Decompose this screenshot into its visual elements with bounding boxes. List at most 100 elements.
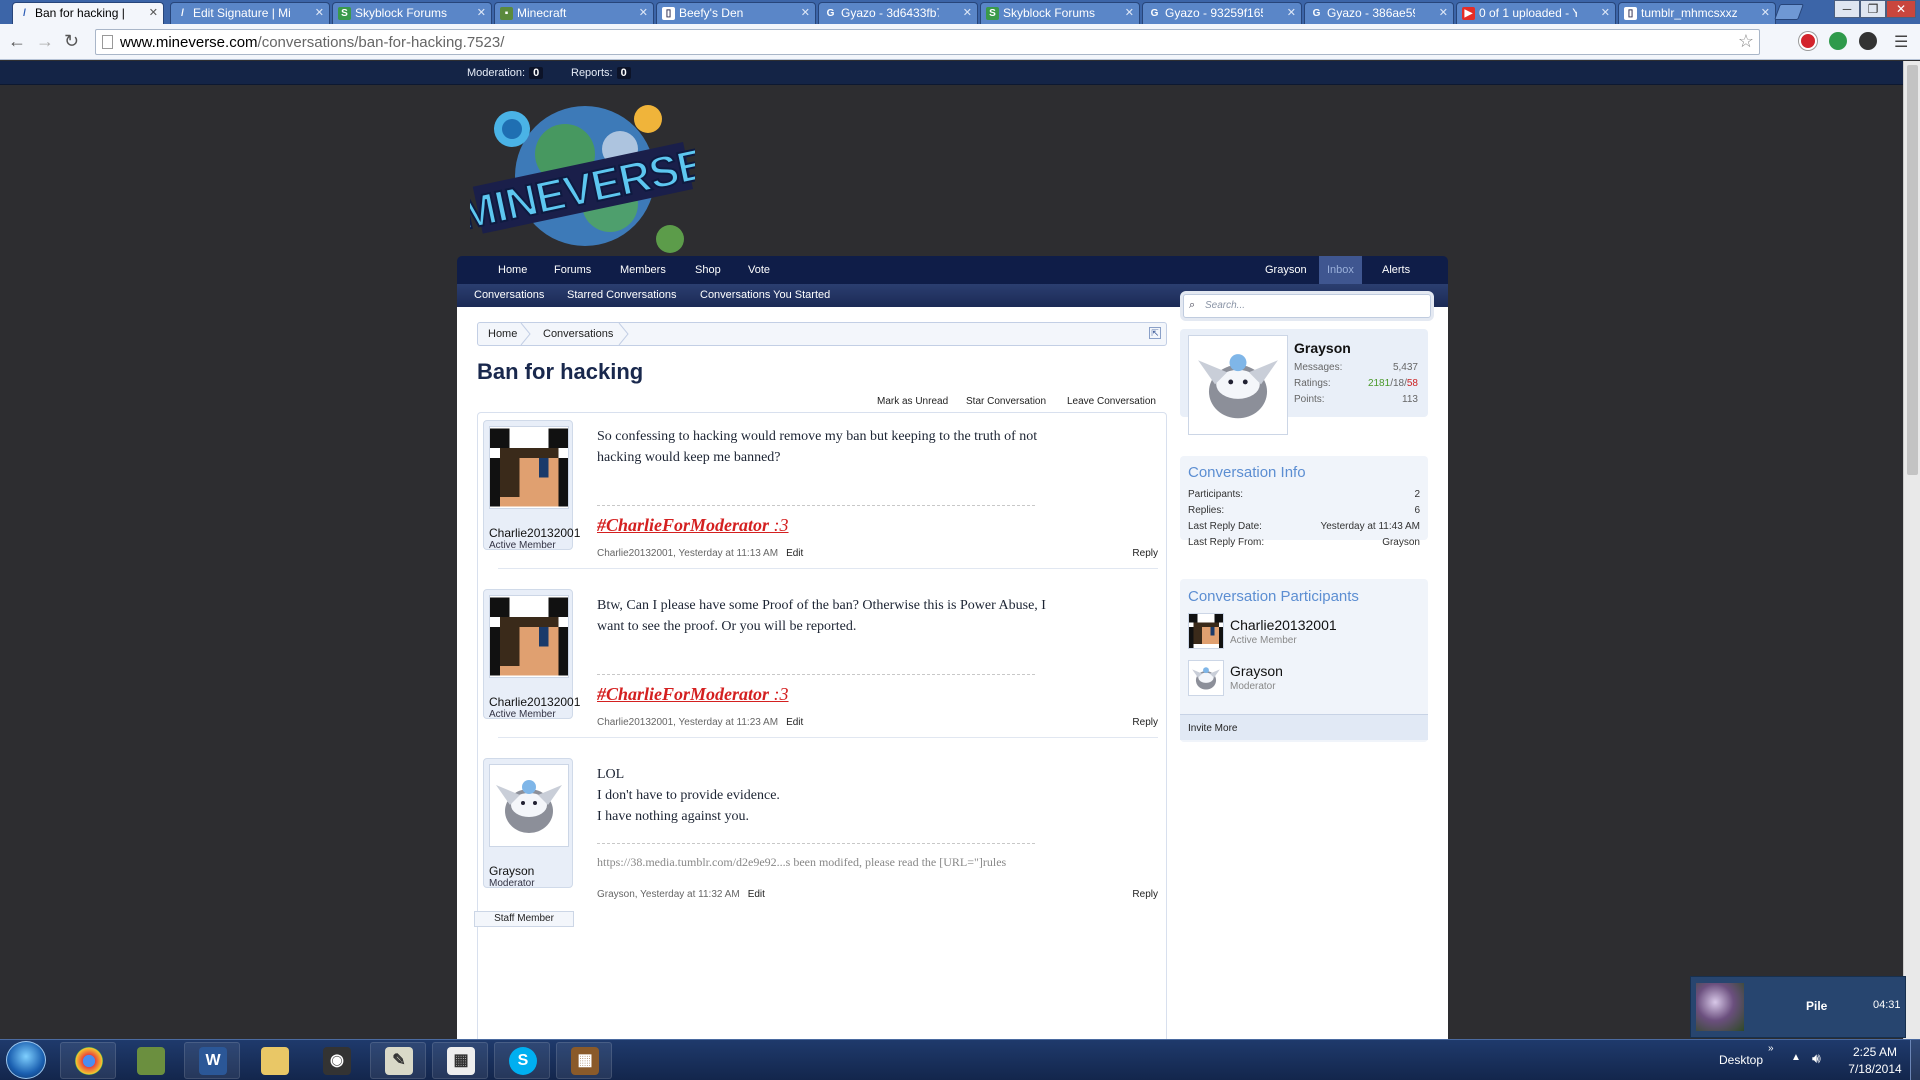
browser-tab[interactable]: G Gyazo - 386ae592ef ✕ bbox=[1304, 2, 1454, 24]
adblock-icon[interactable] bbox=[1799, 32, 1817, 50]
subnav-starred-conversations[interactable]: Starred Conversations bbox=[567, 289, 676, 301]
breadcrumb-home[interactable]: Home bbox=[488, 328, 517, 340]
mark-unread-link[interactable]: Mark as Unread bbox=[877, 396, 948, 407]
desktop-toolbar-label[interactable]: Desktop bbox=[1719, 1053, 1763, 1067]
jump-to-page-icon[interactable]: ⇱ bbox=[1149, 327, 1161, 339]
new-tab-button[interactable] bbox=[1774, 4, 1804, 20]
close-tab-icon[interactable]: ✕ bbox=[315, 3, 324, 23]
moderation-queue[interactable]: Moderation: 0 bbox=[467, 67, 544, 79]
start-button[interactable] bbox=[6, 1041, 46, 1079]
close-tab-icon[interactable]: ✕ bbox=[149, 3, 158, 23]
site-logo[interactable]: MINEVERSE bbox=[470, 94, 695, 259]
participant-name[interactable]: Charlie20132001 bbox=[1230, 617, 1337, 633]
taskbar-camera[interactable]: ◉ bbox=[308, 1042, 364, 1079]
avatar[interactable] bbox=[1188, 613, 1224, 649]
toolbar-expand-icon[interactable]: » bbox=[1768, 1043, 1774, 1054]
signature-hashtag[interactable]: #CharlieForModerator bbox=[597, 684, 769, 704]
clock-time[interactable]: 2:25 AM bbox=[1847, 1045, 1903, 1059]
taskbar-explorer[interactable] bbox=[246, 1042, 302, 1079]
reply-link[interactable]: Reply bbox=[1132, 548, 1158, 559]
browser-tab[interactable]: S Skyblock Forums ✕ bbox=[980, 2, 1140, 24]
message-date[interactable]: Charlie20132001, Yesterday at 11:23 AM bbox=[597, 717, 778, 728]
subnav-conversations[interactable]: Conversations bbox=[474, 289, 544, 301]
close-window-button[interactable]: ✕ bbox=[1886, 0, 1916, 18]
nav-alerts[interactable]: Alerts bbox=[1382, 256, 1410, 284]
browser-tab[interactable]: ▯ Beefy's Den ✕ bbox=[656, 2, 816, 24]
browser-tab[interactable]: G Gyazo - 3d6433fb78 ✕ bbox=[818, 2, 978, 24]
close-tab-icon[interactable]: ✕ bbox=[639, 3, 648, 23]
nav-inbox[interactable]: Inbox bbox=[1319, 256, 1362, 284]
media-notification[interactable]: Pile 04:31 bbox=[1690, 976, 1906, 1038]
browser-tab[interactable]: ▯ tumblr_mhmcsxxzi6 ✕ bbox=[1618, 2, 1776, 24]
taskbar-minecraft-launcher[interactable]: ▦ bbox=[556, 1042, 612, 1079]
signature-hashtag[interactable]: #CharlieForModerator bbox=[597, 515, 769, 535]
volume-icon[interactable]: 🔊︎ bbox=[1812, 1050, 1821, 1067]
taskbar-skype[interactable]: S bbox=[494, 1042, 550, 1079]
participant-name[interactable]: Grayson bbox=[1230, 663, 1283, 679]
author-username[interactable]: Grayson bbox=[489, 864, 534, 878]
nav-tab-members[interactable]: Members bbox=[620, 256, 666, 284]
avatar[interactable] bbox=[489, 764, 569, 847]
taskbar-editor[interactable]: ✎ bbox=[370, 1042, 426, 1079]
browser-tab[interactable]: S Skyblock Forums ✕ bbox=[332, 2, 492, 24]
close-tab-icon[interactable]: ✕ bbox=[1125, 3, 1134, 23]
close-tab-icon[interactable]: ✕ bbox=[963, 3, 972, 23]
clock-date[interactable]: 7/18/2014 bbox=[1840, 1062, 1910, 1076]
address-bar[interactable]: www.mineverse.com/conversations/ban-for-… bbox=[95, 29, 1760, 55]
avatar[interactable] bbox=[1188, 660, 1224, 696]
info-value[interactable]: Grayson bbox=[1382, 537, 1420, 548]
browser-tab[interactable]: ▶ 0 of 1 uploaded - Yo ✕ bbox=[1456, 2, 1616, 24]
edit-link[interactable]: Edit bbox=[748, 889, 765, 900]
taskbar-word[interactable]: W bbox=[184, 1042, 240, 1079]
scrollbar-thumb[interactable] bbox=[1907, 65, 1918, 475]
page-scrollbar[interactable] bbox=[1903, 61, 1920, 1039]
minimize-window-button[interactable]: ─ bbox=[1834, 0, 1860, 18]
nav-tab-home[interactable]: Home bbox=[498, 256, 527, 284]
author-username[interactable]: Charlie20132001 bbox=[489, 695, 580, 709]
taskbar-chrome[interactable] bbox=[60, 1042, 116, 1079]
stat-value[interactable]: 2181/18/58 bbox=[1368, 378, 1418, 389]
visitor-username[interactable]: Grayson bbox=[1294, 340, 1351, 356]
extension-icon[interactable] bbox=[1829, 32, 1847, 50]
close-tab-icon[interactable]: ✕ bbox=[1601, 3, 1610, 23]
taskbar-calculator[interactable]: ▦ bbox=[432, 1042, 488, 1079]
headphones-icon[interactable] bbox=[1859, 32, 1877, 50]
back-arrow-icon[interactable]: ← bbox=[8, 31, 26, 51]
reply-link[interactable]: Reply bbox=[1132, 889, 1158, 900]
edit-link[interactable]: Edit bbox=[786, 717, 803, 728]
avatar[interactable] bbox=[489, 595, 569, 678]
reports-queue[interactable]: Reports: 0 bbox=[571, 67, 631, 79]
message-date[interactable]: Charlie20132001, Yesterday at 11:13 AM bbox=[597, 548, 778, 559]
message-date[interactable]: Grayson, Yesterday at 11:32 AM bbox=[597, 889, 740, 900]
bookmark-star-icon[interactable]: ☆ bbox=[1738, 31, 1754, 52]
subnav-conversations-started[interactable]: Conversations You Started bbox=[700, 289, 830, 301]
star-conversation-link[interactable]: Star Conversation bbox=[966, 396, 1046, 407]
signature-link[interactable]: https://38.media.tumblr.com/d2e9e92...s … bbox=[597, 855, 1006, 870]
reload-icon[interactable]: ↻ bbox=[64, 31, 79, 51]
close-tab-icon[interactable]: ✕ bbox=[1287, 3, 1296, 23]
forward-arrow-icon[interactable]: → bbox=[36, 31, 54, 51]
close-tab-icon[interactable]: ✕ bbox=[801, 3, 810, 23]
close-tab-icon[interactable]: ✕ bbox=[1439, 3, 1448, 23]
breadcrumb-conversations[interactable]: Conversations bbox=[543, 328, 613, 340]
author-username[interactable]: Charlie20132001 bbox=[489, 526, 580, 540]
stat-value[interactable]: 5,437 bbox=[1393, 362, 1418, 373]
browser-tab[interactable]: / Edit Signature | Mine ✕ bbox=[170, 2, 330, 24]
leave-conversation-link[interactable]: Leave Conversation bbox=[1067, 396, 1156, 407]
search-input[interactable]: ⌕ Search... bbox=[1183, 294, 1431, 318]
avatar[interactable] bbox=[489, 426, 569, 509]
taskbar-minecraft[interactable] bbox=[122, 1042, 178, 1079]
nav-user-menu[interactable]: Grayson bbox=[1265, 256, 1307, 284]
nav-tab-shop[interactable]: Shop bbox=[695, 256, 721, 284]
invite-more-link[interactable]: Invite More bbox=[1188, 723, 1237, 734]
browser-tab[interactable]: ▪ Minecraft ✕ bbox=[494, 2, 654, 24]
close-tab-icon[interactable]: ✕ bbox=[1761, 3, 1770, 23]
restore-window-button[interactable]: ❐ bbox=[1860, 0, 1886, 18]
menu-icon[interactable]: ☰ bbox=[1894, 32, 1908, 52]
reply-link[interactable]: Reply bbox=[1132, 717, 1158, 728]
browser-tab[interactable]: / Ban for hacking | Mi ✕ bbox=[12, 2, 164, 25]
show-hidden-icons[interactable]: ▲ bbox=[1791, 1052, 1801, 1063]
nav-tab-vote[interactable]: Vote bbox=[748, 256, 770, 284]
stat-value[interactable]: 113 bbox=[1402, 394, 1418, 405]
edit-link[interactable]: Edit bbox=[786, 548, 803, 559]
